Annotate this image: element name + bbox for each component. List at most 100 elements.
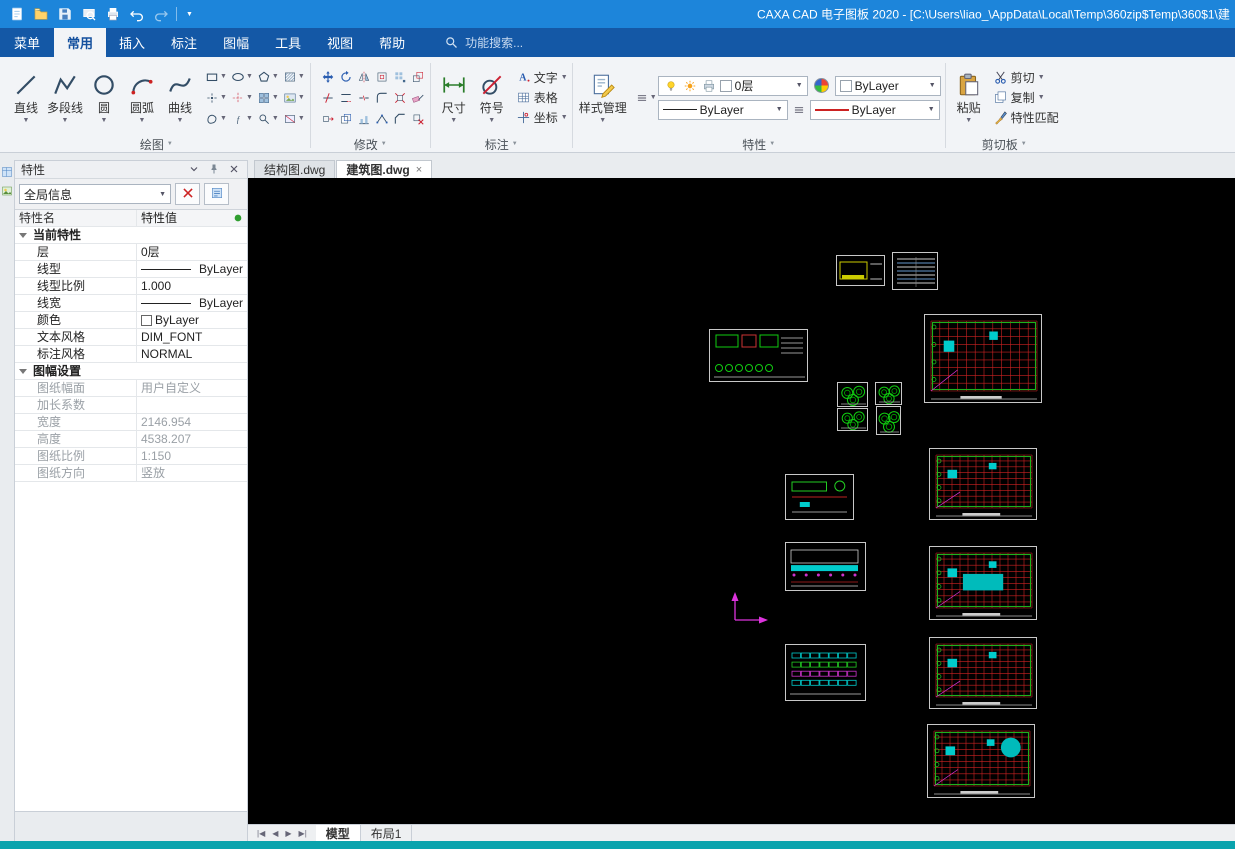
- property-row-sheet-orientation[interactable]: 图纸方向 竖放: [15, 465, 247, 482]
- floor-plan-1[interactable]: [924, 314, 1042, 403]
- array-button[interactable]: [392, 67, 408, 87]
- detail-plan[interactable]: [785, 474, 854, 520]
- close-icon[interactable]: [228, 163, 241, 176]
- property-row-layer[interactable]: 层 0层: [15, 244, 247, 261]
- elevation-1[interactable]: [785, 542, 866, 591]
- scope-select[interactable]: 全局信息 ▼: [19, 184, 171, 204]
- clear-properties-button[interactable]: [175, 183, 200, 205]
- table-button[interactable]: 表格: [516, 89, 568, 107]
- panel-menu-icon[interactable]: [188, 163, 201, 176]
- options-list-button[interactable]: ▼: [634, 88, 658, 108]
- property-row-linetype[interactable]: 线型 ByLayer: [15, 261, 247, 278]
- coordinate-button[interactable]: 坐标 ▼: [516, 109, 568, 127]
- document-tab-structure[interactable]: 结构图.dwg: [254, 160, 336, 178]
- line-button[interactable]: 直线 ▼: [7, 70, 45, 126]
- property-row-sheet-size[interactable]: 图纸幅面 用户自定义: [15, 380, 247, 397]
- drawing-canvas[interactable]: [248, 178, 1235, 824]
- thumb-title-block[interactable]: [836, 255, 885, 286]
- fillet-button[interactable]: [374, 88, 390, 108]
- rotate-button[interactable]: [338, 67, 354, 87]
- pin-icon[interactable]: [208, 163, 221, 176]
- local-detail-button[interactable]: ▼: [256, 109, 280, 129]
- symbol-button[interactable]: 符号 ▼: [473, 70, 511, 126]
- document-tab-architecture[interactable]: 建筑图.dwg ×: [336, 160, 433, 178]
- match-properties-button[interactable]: 特性匹配: [993, 109, 1059, 127]
- style-manager-button[interactable]: 样式管理 ▼: [577, 70, 629, 126]
- library-panel-tab-icon[interactable]: [1, 185, 13, 197]
- menu-tab-view[interactable]: 视图: [314, 28, 366, 57]
- explode-button[interactable]: [392, 88, 408, 108]
- property-row-width[interactable]: 宽度 2146.954: [15, 414, 247, 431]
- plant-legend-1[interactable]: [837, 382, 868, 407]
- floor-plan-4[interactable]: [929, 637, 1037, 709]
- site-plan[interactable]: [709, 329, 808, 382]
- ellipse-button[interactable]: ▼: [230, 67, 254, 87]
- polygon-button[interactable]: ▼: [256, 67, 280, 87]
- new-file-button[interactable]: [8, 6, 25, 23]
- linetype-select[interactable]: ByLayer ▼: [657, 99, 788, 120]
- polyline-button[interactable]: 多段线 ▼: [45, 70, 85, 126]
- menu-tab-help[interactable]: 帮助: [366, 28, 418, 57]
- thumb-notes[interactable]: [892, 252, 938, 290]
- formula-curve-button[interactable]: f ▼: [230, 109, 254, 129]
- undo-button[interactable]: [128, 6, 145, 23]
- property-row-linetype-scale[interactable]: 线型比例 1.000: [15, 278, 247, 295]
- print-preview-button[interactable]: [80, 6, 97, 23]
- menu-tab-tools[interactable]: 工具: [262, 28, 314, 57]
- hatch-button[interactable]: ▼: [282, 67, 306, 87]
- dimension-button[interactable]: 尺寸 ▼: [435, 70, 473, 126]
- scale-button[interactable]: [410, 67, 426, 87]
- function-search[interactable]: 功能搜索...: [444, 28, 523, 57]
- redo-button[interactable]: [152, 6, 169, 23]
- circle-button[interactable]: 圆 ▼: [85, 70, 123, 126]
- menu-button[interactable]: 菜单: [0, 28, 54, 57]
- plant-legend-2[interactable]: [875, 382, 902, 405]
- property-settings-button[interactable]: [204, 183, 229, 205]
- property-row-color[interactable]: 颜色 ByLayer: [15, 312, 247, 329]
- property-row-dim-style[interactable]: 标注风格 NORMAL: [15, 346, 247, 363]
- trim-button[interactable]: [320, 88, 336, 108]
- lineweight-settings-icon[interactable]: [791, 102, 807, 118]
- property-row-text-style[interactable]: 文本风格 DIM_FONT: [15, 329, 247, 346]
- elevation-2[interactable]: [785, 644, 866, 701]
- section-sheet-settings[interactable]: 图幅设置: [15, 363, 247, 380]
- cut-button[interactable]: 剪切 ▼: [993, 69, 1059, 87]
- last-layout-button[interactable]: ▶|: [299, 829, 307, 838]
- property-row-sheet-scale[interactable]: 图纸比例 1:150: [15, 448, 247, 465]
- floor-plan-5[interactable]: [927, 724, 1035, 798]
- customize-quick-access-icon[interactable]: ▼: [184, 11, 195, 18]
- save-button[interactable]: [56, 6, 73, 23]
- copy-shift-button[interactable]: [338, 109, 354, 129]
- node-edit-button[interactable]: [374, 109, 390, 129]
- arc-button[interactable]: 圆弧 ▼: [123, 70, 161, 126]
- lineweight-select[interactable]: ByLayer ▼: [809, 99, 940, 120]
- block-button[interactable]: ▼: [256, 88, 280, 108]
- rectangle-button[interactable]: ▼: [204, 67, 228, 87]
- offset-button[interactable]: [374, 67, 390, 87]
- properties-panel-tab-icon[interactable]: [1, 166, 13, 178]
- axis-button[interactable]: ▼: [230, 88, 254, 108]
- break-button[interactable]: [356, 88, 372, 108]
- erase-button[interactable]: [410, 88, 426, 108]
- extend-button[interactable]: [338, 88, 354, 108]
- image-button[interactable]: ▼: [282, 88, 306, 108]
- text-button[interactable]: A 文字 ▼: [516, 69, 568, 87]
- layer-select[interactable]: 0层 ▼: [657, 75, 808, 96]
- contour-button[interactable]: ▼: [204, 109, 228, 129]
- open-file-button[interactable]: [32, 6, 49, 23]
- prev-layout-button[interactable]: ◀: [272, 829, 278, 838]
- layout-tab-layout1[interactable]: 布局1: [361, 825, 413, 841]
- paste-button[interactable]: 粘贴 ▼: [950, 70, 988, 126]
- property-row-height[interactable]: 高度 4538.207: [15, 431, 247, 448]
- spline-button[interactable]: 曲线 ▼: [161, 70, 199, 126]
- next-layout-button[interactable]: ▶: [285, 829, 291, 838]
- floor-plan-2[interactable]: [929, 448, 1037, 520]
- layout-tab-model[interactable]: 模型: [315, 825, 361, 841]
- property-row-lineweight[interactable]: 线宽 ByLayer: [15, 295, 247, 312]
- align-button[interactable]: [356, 109, 372, 129]
- property-row-lengthen-factor[interactable]: 加长系数: [15, 397, 247, 414]
- menu-tab-insert[interactable]: 插入: [106, 28, 158, 57]
- point-button[interactable]: ▼: [204, 88, 228, 108]
- section-current-properties[interactable]: 当前特性: [15, 227, 247, 244]
- plant-legend-3[interactable]: [837, 408, 868, 431]
